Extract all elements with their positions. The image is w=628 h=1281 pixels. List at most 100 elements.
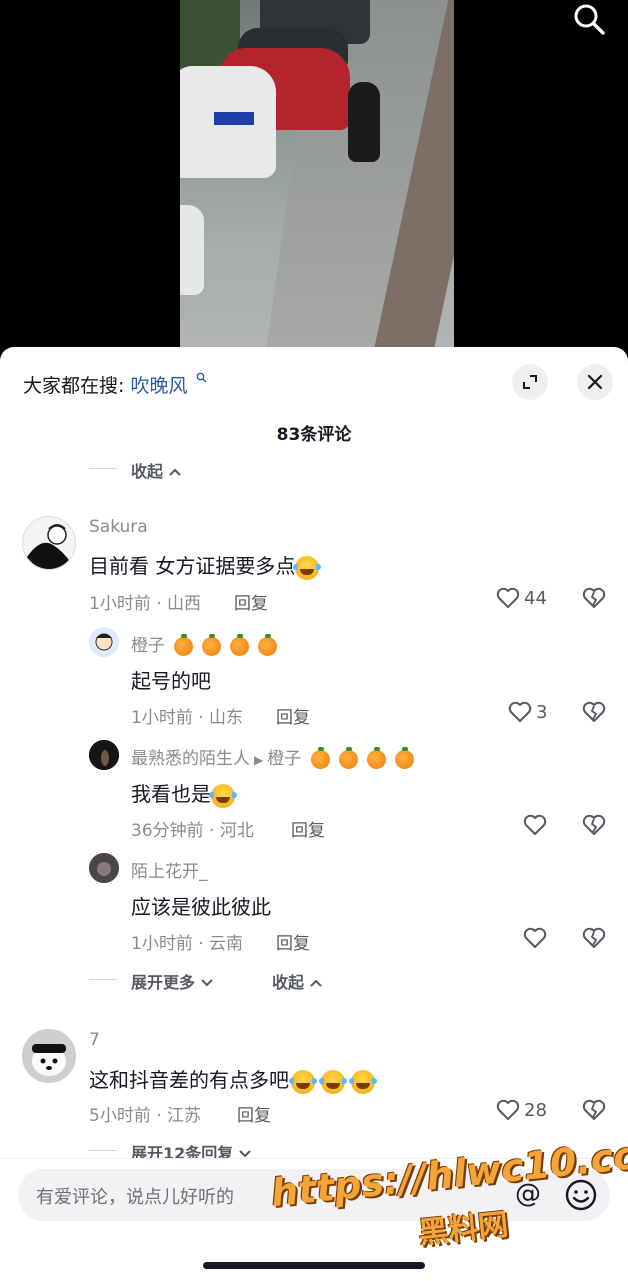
at-mention-icon[interactable]: @: [515, 1179, 541, 1209]
expand-more-button[interactable]: 展开更多: [131, 969, 213, 993]
heart-icon: [523, 927, 547, 948]
search-button[interactable]: [566, 0, 612, 42]
chevron-up-icon: [309, 979, 322, 987]
reply-arrow-icon: ▶: [254, 753, 264, 767]
orange-emoji: [310, 746, 330, 769]
emoji-smile-icon[interactable]: [563, 1177, 599, 1213]
comment-meta: 1小时前 · 山西: [89, 594, 202, 614]
comment-username[interactable]: Sakura: [89, 517, 148, 537]
orange-emoji: [394, 746, 414, 769]
like-button[interactable]: 44: [496, 587, 547, 609]
orange-emoji-group: [174, 633, 286, 656]
hot-search-keyword[interactable]: 吹晚风: [130, 375, 187, 397]
reply-username[interactable]: 最熟悉的陌生人 ▶ 橙子: [131, 744, 423, 769]
reply-text: 我看也是: [131, 778, 237, 808]
chevron-up-icon: [168, 468, 181, 476]
like-count: 28: [524, 1099, 547, 1121]
avatar-orange-image: [89, 627, 119, 657]
comment-text-content: 这和抖音差的有点多吧: [89, 1068, 289, 1092]
orange-emoji: [202, 633, 222, 656]
laugh-cry-emoji: [209, 783, 237, 808]
small-search-icon: [196, 372, 207, 383]
comment-input[interactable]: 有爱评论，说点儿好听的 @: [18, 1169, 610, 1221]
close-icon: [587, 374, 603, 390]
collapse-top-label: 收起: [131, 462, 164, 481]
dislike-button[interactable]: [582, 927, 606, 953]
comment-text: 这和抖音差的有点多吧: [89, 1064, 377, 1094]
reply-button[interactable]: 回复: [237, 1101, 271, 1126]
heart-icon: [496, 587, 520, 608]
reply-text: 应该是彼此彼此: [131, 895, 271, 919]
home-indicator[interactable]: [203, 1262, 425, 1269]
laugh-cry-emoji: [319, 1069, 347, 1094]
avatar[interactable]: [22, 1029, 76, 1083]
comment-username[interactable]: 7: [89, 1030, 100, 1050]
like-button[interactable]: 28: [496, 1099, 547, 1121]
chevron-down-icon: [200, 979, 213, 987]
avatar[interactable]: [89, 853, 119, 883]
reply-text-content: 我看也是: [131, 782, 211, 806]
fold-divider: [89, 468, 117, 469]
comment-text-content: 目前看 女方证据要多点: [89, 554, 296, 578]
like-count: 3: [536, 701, 548, 723]
dislike-button[interactable]: [582, 701, 606, 727]
reply-meta: 36分钟前 · 河北: [131, 821, 254, 841]
broken-heart-icon: [582, 927, 606, 948]
orange-emoji: [258, 633, 278, 656]
orange-emoji: [366, 746, 386, 769]
collapse-button[interactable]: 收起: [272, 969, 322, 993]
broken-heart-icon: [582, 1099, 606, 1120]
orange-emoji: [230, 633, 250, 656]
reply-username[interactable]: 陌上花开_: [131, 857, 208, 882]
hot-search-bar[interactable]: 大家都在搜: 吹晚风: [23, 371, 207, 398]
avatar-dog-image: [22, 1029, 76, 1083]
reply-button[interactable]: 回复: [291, 816, 325, 841]
comment-text: 目前看 女方证据要多点: [89, 550, 322, 580]
video-frame: [180, 0, 454, 360]
reply-button[interactable]: 回复: [276, 929, 310, 954]
collapse-label: 收起: [272, 973, 305, 992]
like-button[interactable]: [523, 927, 551, 949]
avatar[interactable]: [22, 516, 76, 570]
fold-divider: [89, 979, 117, 980]
heart-icon: [508, 701, 532, 722]
reply-username-label: 橙子: [131, 636, 165, 656]
dislike-button[interactable]: [582, 587, 606, 613]
comment-input-placeholder: 有爱评论，说点儿好听的: [36, 1187, 234, 1208]
avatar-photo-image: [89, 853, 119, 883]
comment-count: 83条评论: [276, 425, 352, 445]
reply-button[interactable]: 回复: [276, 703, 310, 728]
reply-button[interactable]: 回复: [234, 589, 268, 614]
like-count: 44: [524, 587, 547, 609]
heart-icon: [523, 814, 547, 835]
collapse-top-button[interactable]: 收起: [131, 458, 181, 482]
avatar[interactable]: [89, 627, 119, 657]
laugh-cry-emoji: [349, 1069, 377, 1094]
fold-divider: [89, 1150, 117, 1151]
expand-more-label: 展开更多: [131, 973, 196, 992]
dislike-button[interactable]: [582, 814, 606, 840]
dislike-button[interactable]: [582, 1099, 606, 1125]
orange-emoji: [174, 633, 194, 656]
broken-heart-icon: [582, 814, 606, 835]
reply-meta: 1小时前 · 云南: [131, 934, 244, 954]
like-button[interactable]: 3: [508, 701, 547, 723]
avatar-sakura-image: [23, 517, 75, 569]
search-icon: [574, 4, 605, 35]
reply-meta: 1小时前 · 山东: [131, 708, 244, 728]
video-person: [348, 82, 380, 162]
close-button[interactable]: [577, 364, 613, 400]
laugh-cry-emoji: [293, 555, 322, 580]
comment-sheet: 大家都在搜: 吹晚风 83条评论 收起 Sakura 目前看 女方证据要多点 1…: [0, 347, 628, 1280]
expand-button[interactable]: [512, 364, 548, 400]
laugh-cry-emoji: [289, 1069, 317, 1094]
like-button[interactable]: [523, 814, 551, 836]
expand-icon: [523, 375, 537, 389]
broken-heart-icon: [582, 701, 606, 722]
reply-username[interactable]: 橙子: [131, 631, 286, 656]
orange-emoji-group: [310, 746, 423, 769]
heart-icon: [496, 1099, 520, 1120]
comment-input-bar: 有爱评论，说点儿好听的 @: [0, 1158, 628, 1281]
video-player[interactable]: [0, 0, 628, 360]
avatar[interactable]: [89, 740, 119, 770]
